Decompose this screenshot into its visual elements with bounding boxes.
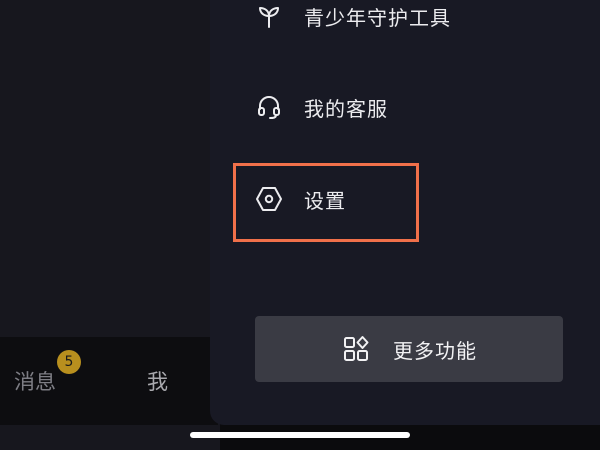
side-drawer: 青少年守护工具 我的客服 设置 更多功能 [210, 0, 600, 425]
menu-item-label: 我的客服 [304, 96, 388, 121]
more-features-label: 更多功能 [393, 338, 477, 363]
more-features-button[interactable]: 更多功能 [255, 316, 563, 382]
home-indicator[interactable] [190, 432, 410, 438]
tab-messages[interactable]: 消息 [14, 369, 56, 395]
settings-highlight-box [233, 163, 419, 242]
message-count-badge: 5 [57, 350, 81, 374]
menu-item-label: 青少年守护工具 [304, 5, 451, 30]
menu-item-youth-protection[interactable]: 青少年守护工具 [254, 0, 451, 36]
menu-item-customer-service[interactable]: 我的客服 [254, 87, 388, 127]
bottom-tab-bar: 消息 5 我 [0, 337, 218, 425]
apps-grid-icon [341, 334, 371, 364]
headset-icon [254, 92, 284, 122]
sprout-icon [254, 1, 284, 31]
app-screen: 消息 5 我 青少年守护工具 我的客服 设置 更多功能 [0, 0, 600, 450]
tab-me[interactable]: 我 [147, 369, 168, 395]
